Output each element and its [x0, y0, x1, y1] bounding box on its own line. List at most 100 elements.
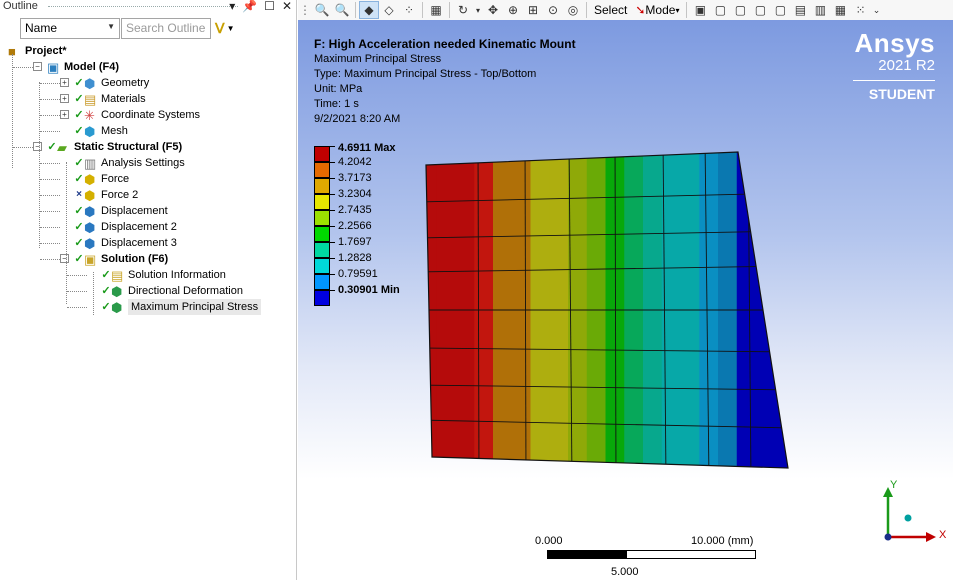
mode-button[interactable]: ➘ Mode ▾ [631, 3, 683, 17]
shaded-view-icon[interactable]: ◆ [359, 1, 379, 19]
select-element-icon[interactable]: ▥ [810, 1, 830, 19]
scale-bar-light [626, 550, 756, 559]
select-element-face-icon[interactable]: ▤ [790, 1, 810, 19]
tree-item[interactable]: ✓ ⬢ Displacement 3 [74, 235, 177, 251]
tree-item[interactable]: ✓ ⬢ Displacement [74, 203, 167, 219]
search-outline-input[interactable]: Search Outline [121, 18, 211, 39]
tree-item[interactable]: ✓ ⬢ Force [74, 171, 129, 187]
close-button[interactable]: ✕ [282, 0, 292, 13]
coordinate-select-icon[interactable]: ⁙ [850, 1, 870, 19]
tree-item-label: Geometry [101, 77, 150, 89]
tree-item-label: Force [101, 173, 130, 185]
displacement-icon: ⬢ [84, 219, 96, 235]
model-icon: ▣ [47, 59, 60, 75]
tree-connector [40, 179, 60, 180]
toolbar-overflow-icon[interactable]: ⌄ [870, 1, 882, 19]
tree-connector [40, 83, 60, 84]
filter-type-select[interactable]: Name ▼ [20, 18, 120, 39]
tree-item-label: Coordinate Systems [101, 109, 201, 121]
mode-label: Mode [645, 3, 676, 17]
maximize-button[interactable]: ☐ [264, 0, 275, 13]
show-vertices-icon[interactable]: ⁘ [399, 1, 419, 19]
tree-item-label: Static Structural (F5) [74, 141, 183, 153]
scale-bar-dark [547, 550, 626, 559]
force-icon: ⬢ [84, 187, 96, 203]
contour-band [774, 152, 788, 468]
graphics-viewport[interactable]: F: High Acceleration needed Kinematic Mo… [298, 20, 953, 580]
toolbar-separator [686, 2, 688, 18]
axis-triad[interactable]: Y X [878, 475, 953, 553]
scale-mid-label: 5.000 [611, 566, 639, 578]
outline-pane: Outline ▾ 📌 ☐ ✕ Name ▼ Search Outline ᐯ … [0, 0, 297, 580]
tree-connector [67, 275, 87, 276]
magnifier-icon[interactable]: ◎ [563, 1, 583, 19]
force-icon: ⬢ [84, 171, 96, 187]
filter-icon[interactable]: ᐯ [215, 20, 225, 37]
tree-item[interactable]: ■ Project* [8, 43, 67, 59]
tree-item[interactable]: ✓ ▤ Solution Information [101, 267, 225, 283]
checkmark-icon: ✓ [47, 141, 57, 153]
tree-item[interactable]: ✓ ▣ Solution (F6) [74, 251, 168, 267]
tree-connector [40, 259, 60, 260]
pan-icon[interactable]: ✥ [483, 1, 503, 19]
zoom-fit-icon[interactable]: ⊙ [543, 1, 563, 19]
displacement-icon: ⬢ [84, 235, 96, 251]
expand-toggle[interactable]: + [60, 110, 69, 119]
cursor-icon: ➘ [635, 3, 646, 17]
select-edge-icon[interactable]: ▢ [710, 1, 730, 19]
scale-right-label: 10.000 (mm) [691, 535, 754, 547]
mesh-icon: ⬢ [84, 123, 96, 139]
tree-item-label: Force 2 [101, 189, 139, 201]
tree-item[interactable]: ▣ Model (F4) [47, 59, 119, 75]
tree-item[interactable]: ✓ ▰ Static Structural (F5) [47, 139, 182, 155]
wireframe-icon[interactable]: ◇ [379, 1, 399, 19]
outline-title-dots [48, 6, 238, 7]
tree-item[interactable]: ✓ ⬢ Mesh [74, 123, 128, 139]
box-zoom-icon[interactable]: ⊞ [523, 1, 543, 19]
tree-item-label: Displacement 3 [101, 237, 177, 249]
pin-button[interactable]: 📌 [242, 0, 257, 13]
tree-item[interactable]: ✓ ⬢ Maximum Principal Stress [101, 299, 262, 315]
outline-window-controls: ▾ 📌 ☐ ✕ [229, 0, 292, 13]
tree-item[interactable]: ✓ ▤ Materials [74, 91, 145, 107]
zoom-out-icon[interactable]: 🔍 [332, 1, 352, 19]
zoom-in-icon[interactable]: 🔍 [312, 1, 332, 19]
collapse-toggle[interactable]: − [33, 62, 42, 71]
zoom-icon[interactable]: ⊕ [503, 1, 523, 19]
expand-toggle[interactable]: + [60, 94, 69, 103]
rotate-dropdown-icon[interactable]: ▾ [473, 1, 483, 19]
tree-connector [40, 243, 60, 244]
pane-menu-button[interactable]: ▾ [229, 0, 235, 13]
select-button[interactable]: Select [590, 3, 631, 17]
rotate-icon[interactable]: ↻ [453, 1, 473, 19]
chevron-down-icon: ▼ [107, 22, 115, 31]
select-body-icon[interactable]: ▢ [750, 1, 770, 19]
filter-dropdown-icon[interactable]: ▼ [227, 24, 235, 33]
tree-item[interactable]: ✓ ✳ Coordinate Systems [74, 107, 200, 123]
static-structural-icon: ▰ [57, 139, 67, 155]
collapse-toggle[interactable]: − [60, 254, 69, 263]
toolbar-separator [586, 2, 587, 18]
tree-item[interactable]: ✓ ▥ Analysis Settings [74, 155, 184, 171]
toolbar-separator [422, 2, 423, 18]
tree-item-label: Project* [25, 45, 67, 57]
tree-item[interactable]: ✓ ⬢ Displacement 2 [74, 219, 176, 235]
checkmark-icon: ✓ [74, 77, 84, 89]
toolbar-grip: ⋮ [299, 3, 311, 17]
select-face-icon[interactable]: ▢ [730, 1, 750, 19]
mesh-edges-icon[interactable]: ▦ [426, 1, 446, 19]
collapse-toggle[interactable]: − [33, 142, 42, 151]
tree-item[interactable]: ✓ ⬢ Directional Deformation [101, 283, 243, 299]
select-vertex-icon[interactable]: ▣ [690, 1, 710, 19]
outline-title: Outline [3, 0, 38, 12]
tree-item[interactable]: × ⬢ Force 2 [74, 187, 138, 203]
tree-item[interactable]: ✓ ⬢ Geometry [74, 75, 149, 91]
expand-toggle[interactable]: + [60, 78, 69, 87]
toolbar-separator [449, 2, 450, 18]
tree-connector [13, 67, 33, 68]
outline-filter-bar: Name ▼ Search Outline ᐯ ▼ [20, 18, 235, 39]
extend-selection-icon[interactable]: ▦ [830, 1, 850, 19]
select-node-icon[interactable]: ▢ [770, 1, 790, 19]
tree-connector [39, 82, 40, 248]
select-label: Select [594, 3, 628, 17]
